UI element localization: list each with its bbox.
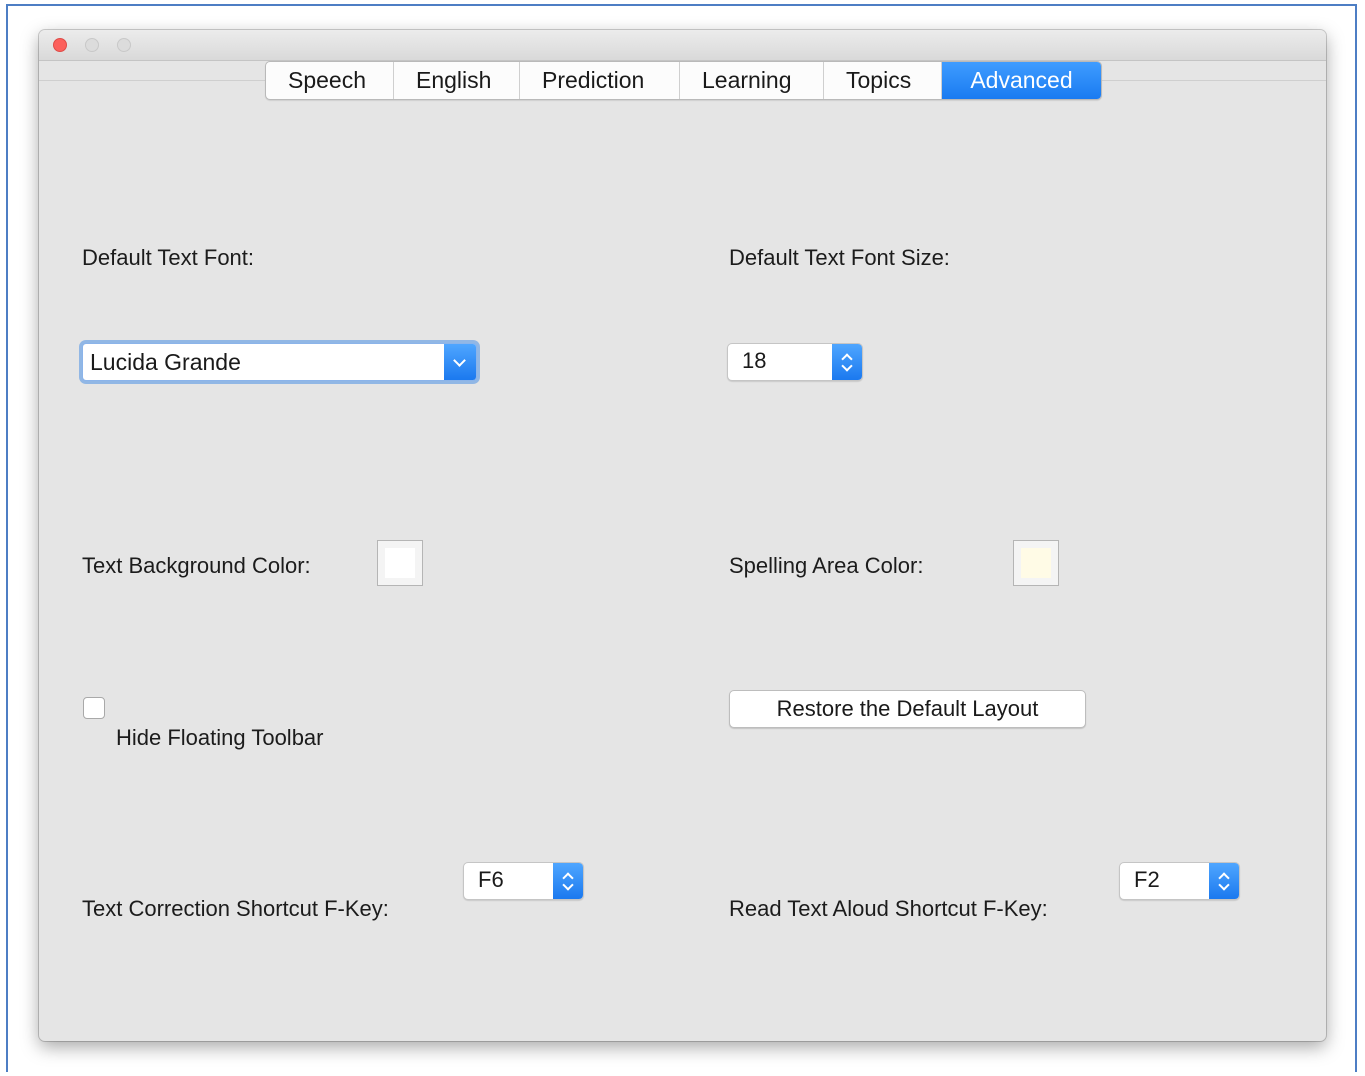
spelling-area-color-swatch xyxy=(1021,548,1051,578)
tab-bar: Speech English Prediction Learning Topic… xyxy=(265,61,1102,100)
text-correction-shortcut-stepper[interactable] xyxy=(553,863,583,899)
tab-learning[interactable]: Learning xyxy=(680,62,824,99)
tab-prediction[interactable]: Prediction xyxy=(520,62,680,99)
default-font-value: Lucida Grande xyxy=(90,349,241,375)
text-background-color-well[interactable] xyxy=(377,540,423,586)
tab-topics[interactable]: Topics xyxy=(824,62,942,99)
text-correction-shortcut-popup[interactable]: F6 xyxy=(463,862,584,900)
font-size-value: 18 xyxy=(742,348,767,373)
default-font-label: Default Text Font: xyxy=(82,245,255,270)
title-bar[interactable] xyxy=(39,30,1326,61)
spelling-area-color-label: Spelling Area Color: xyxy=(729,553,924,578)
font-size-stepper[interactable] xyxy=(832,344,862,380)
text-correction-shortcut-value: F6 xyxy=(478,867,504,892)
minimize-window-button[interactable] xyxy=(85,38,99,52)
restore-default-layout-button[interactable]: Restore the Default Layout xyxy=(729,690,1086,728)
text-background-color-swatch xyxy=(385,548,415,578)
close-window-button[interactable] xyxy=(53,38,67,52)
text-correction-shortcut-label: Text Correction Shortcut F-Key: xyxy=(82,896,389,921)
hide-floating-toolbar-label[interactable]: Hide Floating Toolbar xyxy=(116,725,324,751)
text-background-color-label: Text Background Color: xyxy=(82,553,311,578)
read-aloud-shortcut-popup[interactable]: F2 xyxy=(1119,862,1240,900)
read-aloud-shortcut-value: F2 xyxy=(1134,867,1160,892)
chevron-down-icon xyxy=(1218,879,1230,891)
read-aloud-shortcut-label: Read Text Aloud Shortcut F-Key: xyxy=(729,896,1048,921)
preferences-window: Default Text Font: Default Text Font Siz… xyxy=(39,30,1326,1041)
spelling-area-color-well[interactable] xyxy=(1013,540,1059,586)
tab-english[interactable]: English xyxy=(394,62,520,99)
hide-floating-toolbar-checkbox[interactable] xyxy=(83,697,105,719)
chevron-down-icon xyxy=(453,354,466,367)
chevron-down-icon xyxy=(562,879,574,891)
font-dropdown-button[interactable] xyxy=(444,344,476,380)
read-aloud-shortcut-stepper[interactable] xyxy=(1209,863,1239,899)
default-font-combo[interactable]: Lucida Grande xyxy=(82,343,477,381)
font-size-popup[interactable]: 18 xyxy=(727,343,863,381)
tab-speech[interactable]: Speech xyxy=(266,62,394,99)
maximize-window-button[interactable] xyxy=(117,38,131,52)
chevron-down-icon xyxy=(841,360,853,372)
tab-advanced[interactable]: Advanced xyxy=(942,62,1101,99)
tab-content-advanced: Default Text Font: Default Text Font Siz… xyxy=(39,80,1326,1042)
default-font-size-label: Default Text Font Size: xyxy=(729,245,950,270)
